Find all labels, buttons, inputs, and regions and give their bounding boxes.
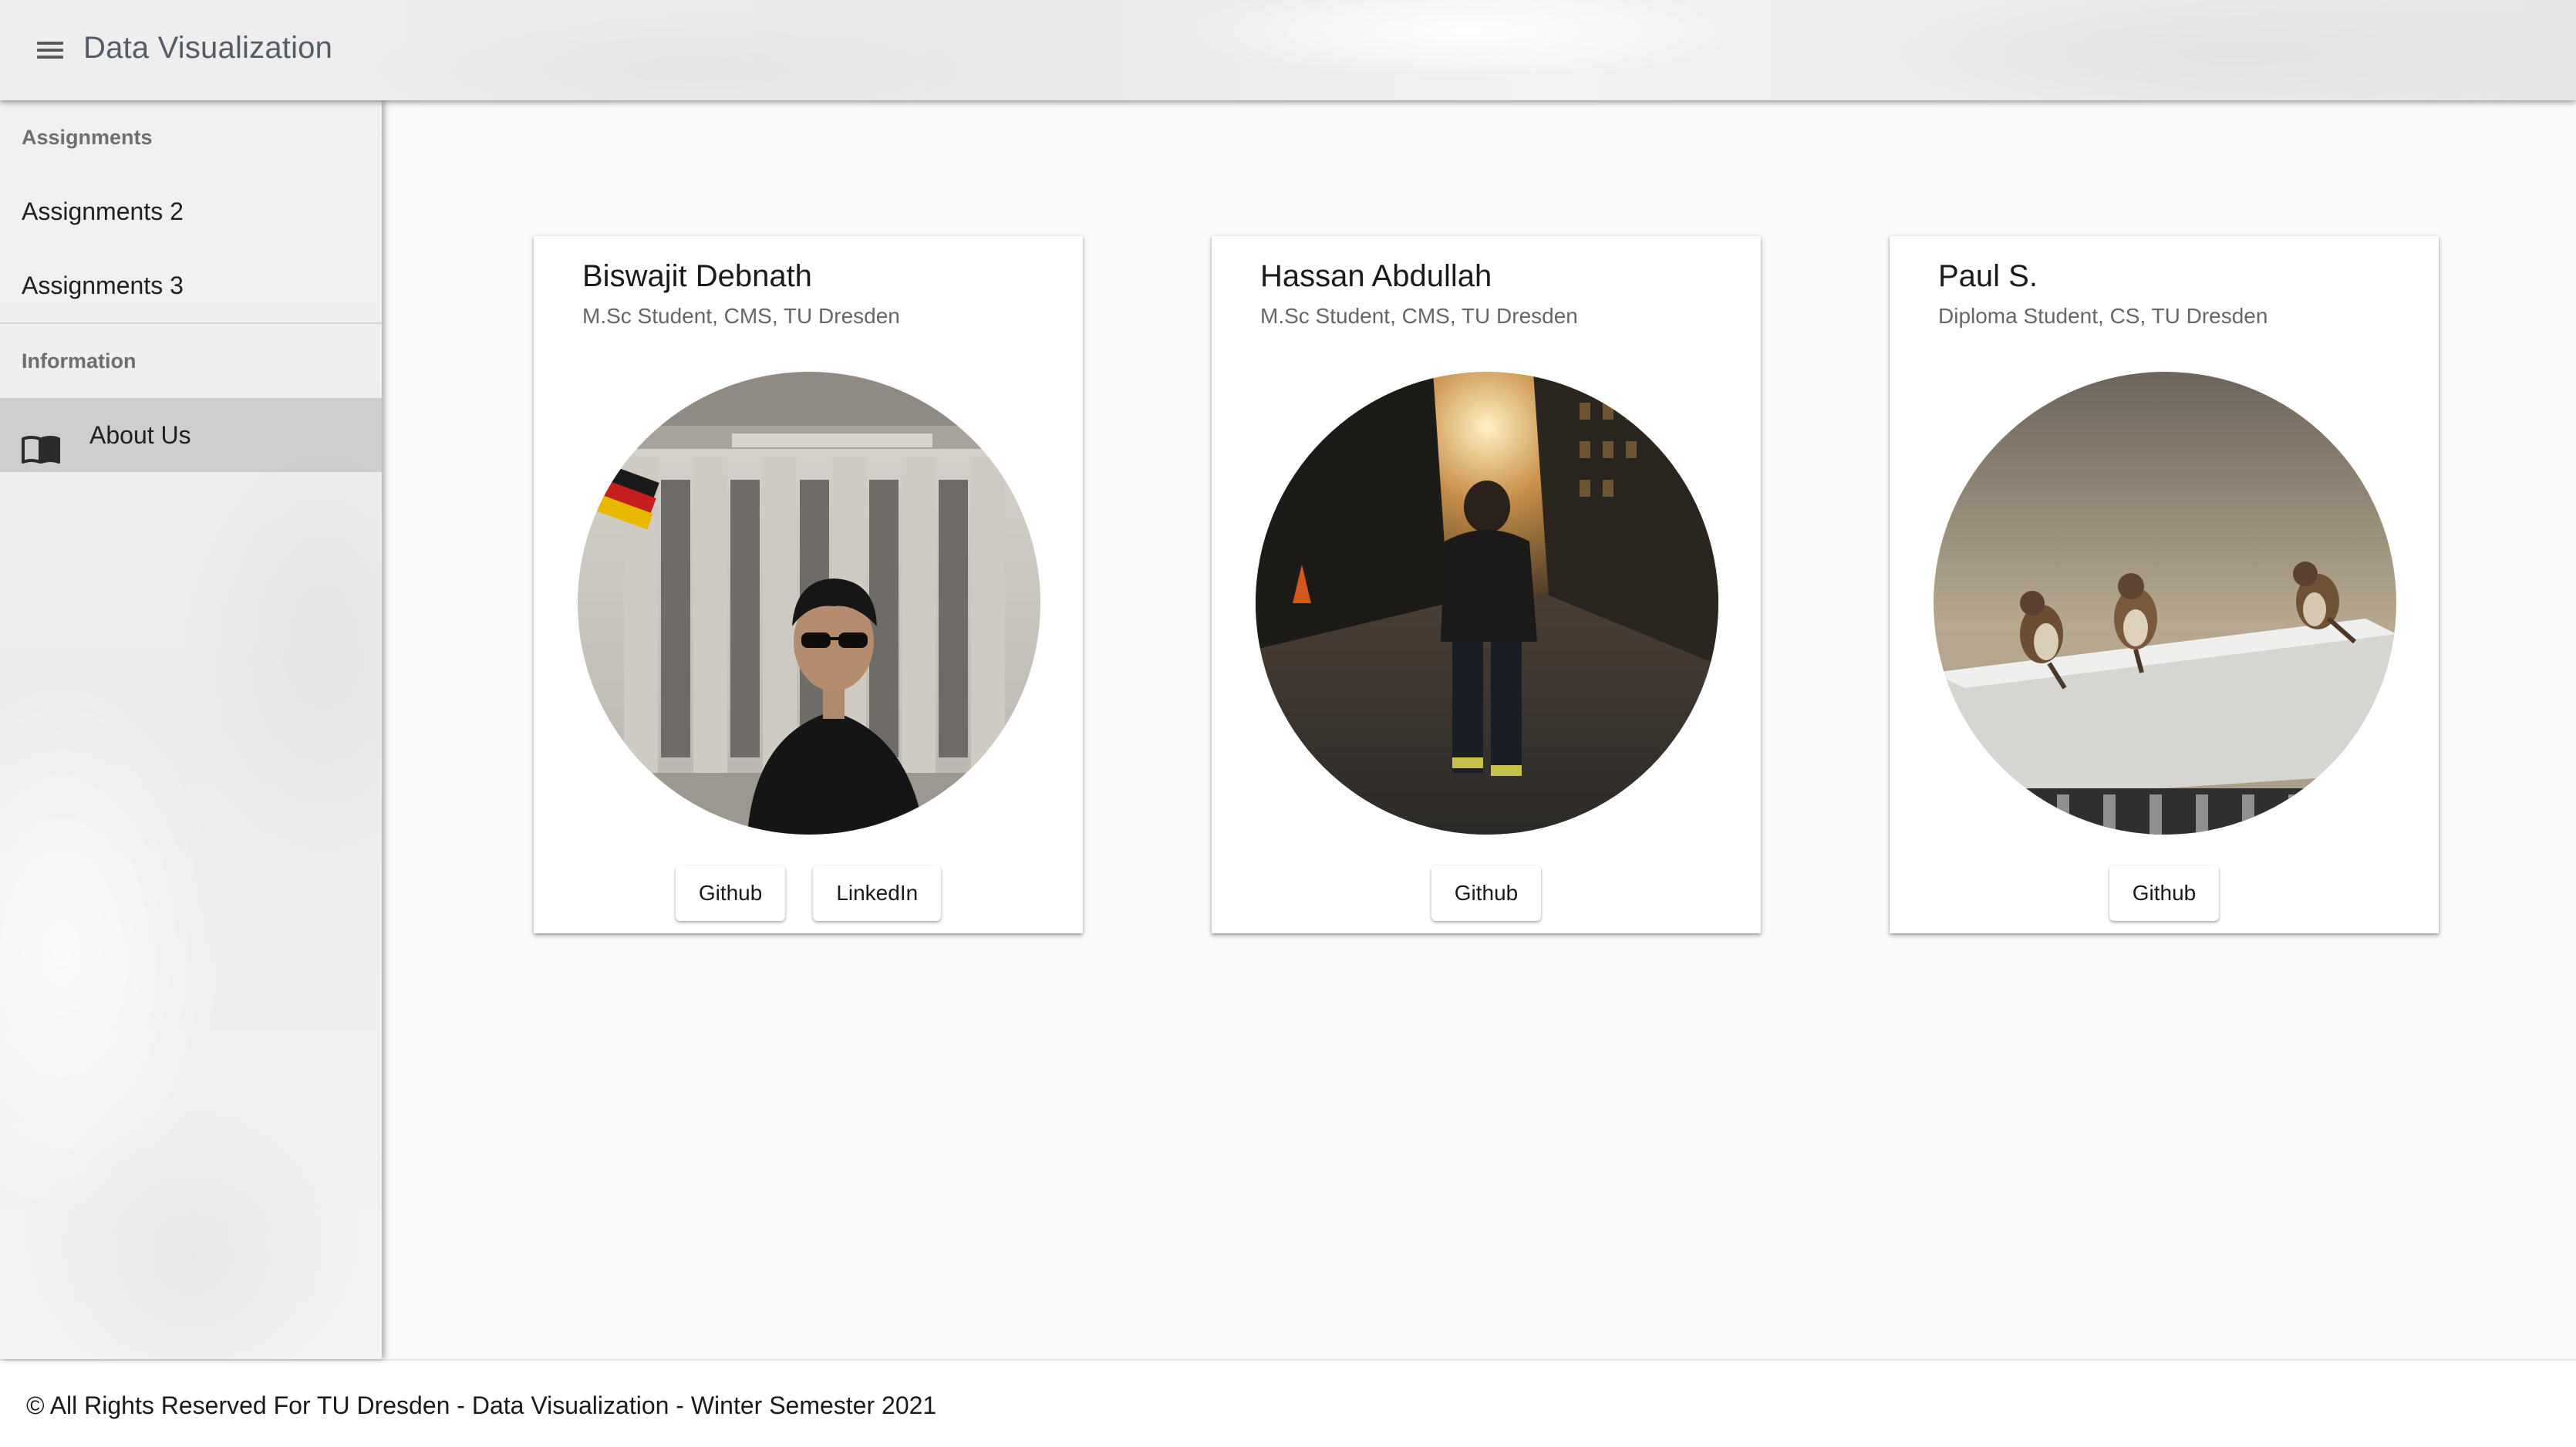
sidebar-subheader-information: Information (22, 349, 137, 373)
team-member-card: Hassan Abdullah M.Sc Student, CMS, TU Dr… (1212, 236, 1761, 933)
sidebar-item-about-us[interactable]: About Us (0, 398, 382, 472)
github-button[interactable]: Github (1431, 865, 1542, 921)
member-photo (578, 372, 1040, 835)
app-bar: Data Visualization (0, 0, 2576, 100)
member-subtitle: M.Sc Student, CMS, TU Dresden (1260, 304, 1578, 328)
copyright-text: © All Rights Reserved For TU Dresden - D… (26, 1391, 937, 1419)
team-member-card: Paul S. Diploma Student, CS, TU Dresden (1890, 236, 2439, 933)
footer: © All Rights Reserved For TU Dresden - D… (0, 1359, 2576, 1447)
member-name: Hassan Abdullah (1260, 259, 1492, 293)
member-name: Paul S. (1938, 259, 2038, 293)
member-subtitle: Diploma Student, CS, TU Dresden (1938, 304, 2268, 328)
member-photo (1256, 372, 1718, 835)
card-actions: Github (1212, 865, 1761, 921)
sidebar-item-label: About Us (89, 421, 191, 449)
main-content: Biswajit Debnath M.Sc Student, CMS, TU D… (382, 100, 2576, 1359)
book-icon (22, 420, 60, 464)
github-button[interactable]: Github (2109, 865, 2220, 921)
team-member-card: Biswajit Debnath M.Sc Student, CMS, TU D… (534, 236, 1083, 933)
sidebar-item-assignments-3[interactable]: Assignments 3 (0, 248, 382, 322)
github-button[interactable]: Github (675, 865, 786, 921)
app-title: Data Visualization (83, 31, 333, 65)
hamburger-menu-icon[interactable] (34, 37, 66, 63)
member-photo (1934, 372, 2396, 835)
linkedin-button[interactable]: LinkedIn (813, 865, 942, 921)
sidebar-subheader-assignments: Assignments (22, 126, 153, 149)
member-subtitle: M.Sc Student, CMS, TU Dresden (582, 304, 900, 328)
sidebar-item-assignments-2[interactable]: Assignments 2 (0, 174, 382, 248)
navigation-drawer: Assignments Assignments 2 Assignments 3 … (0, 100, 382, 1359)
card-actions: Github LinkedIn (534, 865, 1083, 921)
card-actions: Github (1890, 865, 2439, 921)
member-name: Biswajit Debnath (582, 259, 812, 293)
